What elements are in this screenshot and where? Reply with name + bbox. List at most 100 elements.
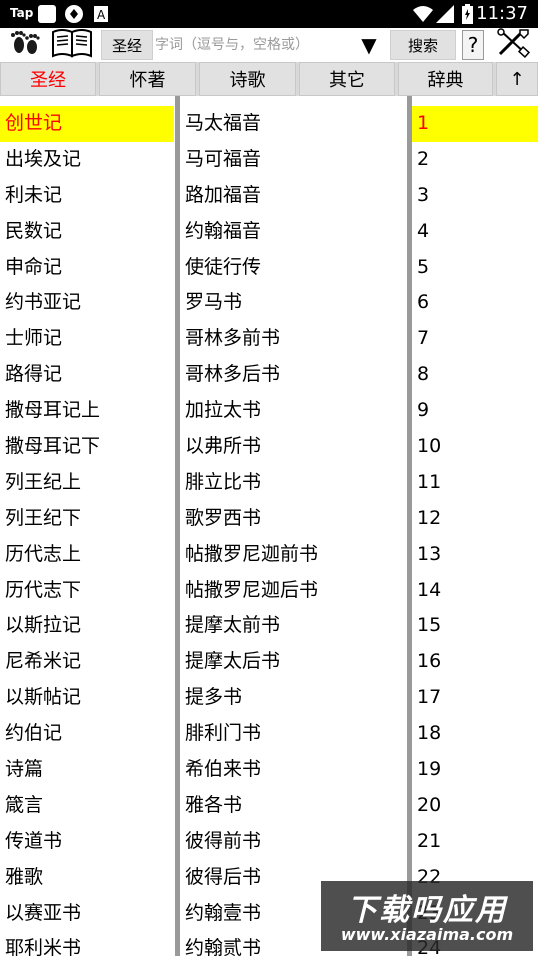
chapter-list-item[interactable]: 7 — [412, 321, 538, 357]
book-list-item[interactable]: 提摩太后书 — [180, 644, 408, 680]
book-list-item[interactable]: 耶利米书 — [0, 931, 174, 956]
book-list-item[interactable]: 诗篇 — [0, 752, 174, 788]
book-list-item[interactable]: 撒母耳记上 — [0, 393, 174, 429]
help-button[interactable]: ? — [462, 30, 484, 60]
book-list-item[interactable]: 马太福音 — [180, 106, 408, 142]
chapter-list: 123456789101112131415161718192021222324 — [412, 106, 538, 956]
book-list-item[interactable]: 出埃及记 — [0, 142, 174, 178]
chapter-list-item[interactable]: 5 — [412, 250, 538, 286]
scroll-top-button[interactable]: ↑ — [496, 62, 538, 96]
book-list-item[interactable]: 列王纪上 — [0, 465, 174, 501]
chapter-list-item[interactable]: 21 — [412, 824, 538, 860]
chapter-list-item[interactable]: 16 — [412, 644, 538, 680]
book-list-item[interactable]: 历代志上 — [0, 537, 174, 573]
chapter-list-item[interactable]: 2 — [412, 142, 538, 178]
book-list-item[interactable]: 以斯帖记 — [0, 680, 174, 716]
chapter-list-item[interactable]: 19 — [412, 752, 538, 788]
book-list-item[interactable]: 帖撒罗尼迦前书 — [180, 537, 408, 573]
wifi-icon — [412, 5, 434, 27]
new-testament-list: 马太福音 马可福音 路加福音 约翰福音 使徒行传 罗马书 哥林多前书 哥林多后书 加拉太书 以弗所… — [180, 106, 408, 956]
book-list-item[interactable]: 传道书 — [0, 824, 174, 860]
book-list-item[interactable]: 罗马书 — [180, 285, 408, 321]
chapter-list-item[interactable]: 18 — [412, 716, 538, 752]
old-testament-list: 创世记 出埃及记 利未记 民数记 申命记 约书亚记 士师记 路得记 撒母耳记上 撒母耳记下 列王纪上… — [0, 106, 174, 956]
watermark: 下载吗应用 www.xiazaima.com — [321, 881, 533, 951]
category-tabs: 圣经 怀著 诗歌 其它 辞典 ↑ — [0, 62, 538, 96]
book-list-item[interactable]: 哥林多前书 — [180, 321, 408, 357]
book-list-item[interactable]: 腓利门书 — [180, 716, 408, 752]
footprints-icon — [9, 30, 41, 60]
tab-writings[interactable]: 怀著 — [99, 62, 196, 96]
book-list-item[interactable]: 历代志下 — [0, 573, 174, 609]
book-list-item[interactable]: 以弗所书 — [180, 429, 408, 465]
book-list-item[interactable]: 尼希米记 — [0, 644, 174, 680]
settings-button[interactable] — [494, 28, 532, 62]
book-list-item[interactable]: 歌罗西书 — [180, 501, 408, 537]
footprints-button[interactable] — [8, 30, 42, 60]
chapter-list-item[interactable]: 12 — [412, 501, 538, 537]
book-list-item[interactable]: 马可福音 — [180, 142, 408, 178]
book-list-item[interactable]: 民数记 — [0, 214, 174, 250]
book-list-item[interactable]: 雅各书 — [180, 788, 408, 824]
app-a-icon: A — [94, 6, 108, 26]
chapter-list-item[interactable]: 15 — [412, 608, 538, 644]
book-list-item[interactable]: 腓立比书 — [180, 465, 408, 501]
book-list-item[interactable]: 申命记 — [0, 250, 174, 286]
signal-icon — [436, 5, 454, 27]
tab-hymns[interactable]: 诗歌 — [199, 62, 296, 96]
notification-box-icon — [38, 5, 56, 23]
chapter-list-item[interactable]: 8 — [412, 357, 538, 393]
book-list-item[interactable]: 列王纪下 — [0, 501, 174, 537]
book-list-item[interactable]: 约翰福音 — [180, 214, 408, 250]
book-list-item[interactable]: 加拉太书 — [180, 393, 408, 429]
chapter-list-item[interactable]: 11 — [412, 465, 538, 501]
book-list-item[interactable]: 约书亚记 — [0, 285, 174, 321]
chapter-list-item[interactable]: 17 — [412, 680, 538, 716]
book-list-item[interactable]: 路加福音 — [180, 178, 408, 214]
chapter-list-item[interactable]: 9 — [412, 393, 538, 429]
status-bar: Tap A 11:37 — [0, 0, 538, 28]
book-list-item[interactable]: 路得记 — [0, 357, 174, 393]
battery-icon — [462, 4, 473, 28]
chapter-list-item[interactable]: 10 — [412, 429, 538, 465]
tab-bible[interactable]: 圣经 — [0, 62, 96, 96]
book-list-item[interactable]: 以斯拉记 — [0, 608, 174, 644]
chapter-list-item[interactable]: 4 — [412, 214, 538, 250]
book-list-item[interactable]: 提多书 — [180, 680, 408, 716]
book-list-item[interactable]: 雅歌 — [0, 860, 174, 896]
book-list-item[interactable]: 利未记 — [0, 178, 174, 214]
chevron-down-icon[interactable]: ▼ — [356, 32, 382, 58]
search-button[interactable]: 搜索 — [390, 30, 456, 60]
open-book-button[interactable] — [50, 29, 94, 60]
tab-other[interactable]: 其它 — [299, 62, 395, 96]
svg-text:A: A — [97, 8, 106, 22]
book-list-item[interactable]: 希伯来书 — [180, 752, 408, 788]
book-list-item[interactable]: 以赛亚书 — [0, 896, 174, 932]
book-list-item[interactable]: 约伯记 — [0, 716, 174, 752]
book-list-item[interactable]: 提摩太前书 — [180, 608, 408, 644]
chapter-list-item[interactable]: 6 — [412, 285, 538, 321]
status-time: 11:37 — [476, 3, 528, 24]
chapter-list-item[interactable]: 14 — [412, 573, 538, 609]
book-list-item[interactable]: 创世记 — [0, 106, 174, 142]
tools-icon — [496, 28, 531, 62]
book-list-item[interactable]: 箴言 — [0, 788, 174, 824]
book-list-item[interactable]: 彼得前书 — [180, 824, 408, 860]
chapter-list-item[interactable]: 1 — [412, 106, 538, 142]
scope-button[interactable]: 圣经 — [101, 30, 153, 60]
book-list-item[interactable]: 撒母耳记下 — [0, 429, 174, 465]
sync-icon — [64, 4, 84, 28]
tab-dictionary[interactable]: 辞典 — [398, 62, 493, 96]
book-list-item[interactable]: 帖撒罗尼迦后书 — [180, 573, 408, 609]
toolbar: 圣经 ▼ 搜索 ? — [0, 28, 538, 62]
chapter-list-item[interactable]: 3 — [412, 178, 538, 214]
status-app-label: Tap — [10, 6, 34, 20]
chapter-list-item[interactable]: 13 — [412, 537, 538, 573]
watermark-url: www.xiazaima.com — [340, 925, 514, 944]
watermark-title: 下载吗应用 — [347, 893, 507, 928]
search-input[interactable] — [153, 30, 355, 60]
chapter-list-item[interactable]: 20 — [412, 788, 538, 824]
book-list-item[interactable]: 士师记 — [0, 321, 174, 357]
book-list-item[interactable]: 使徒行传 — [180, 250, 408, 286]
book-list-item[interactable]: 哥林多后书 — [180, 357, 408, 393]
